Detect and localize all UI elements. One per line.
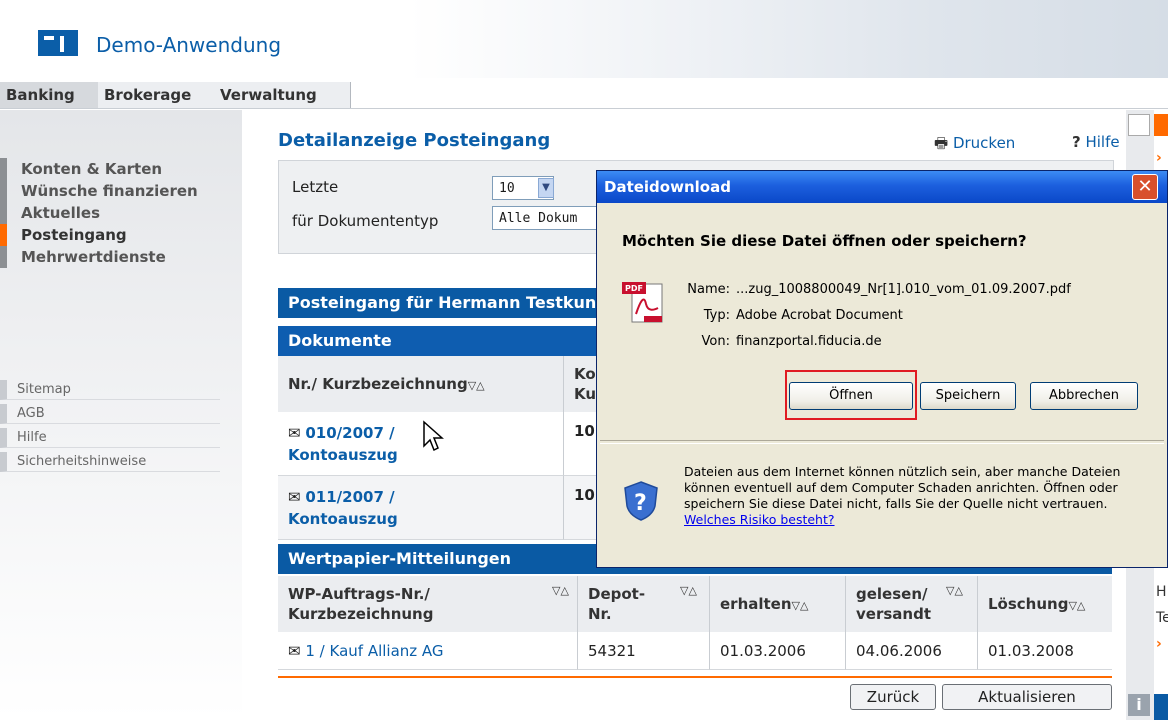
col-read-label: gelesen/ versandt (856, 585, 931, 623)
mouse-cursor-icon (423, 420, 444, 452)
tab-verwaltung[interactable]: Verwaltung (214, 82, 351, 108)
col-delete-label: Löschung (988, 595, 1069, 613)
sidebar-link-hilfe[interactable]: Hilfe (0, 428, 220, 448)
help-label: Hilfe (1085, 133, 1120, 151)
envelope-icon: ✉ (288, 642, 301, 660)
chevron-right-icon[interactable]: › (1156, 150, 1162, 166)
doc-number-link[interactable]: 011/2007 / (305, 488, 394, 506)
cancel-button[interactable]: Abbrechen (1030, 382, 1138, 410)
name-label: Name: (687, 282, 730, 297)
col-order-header[interactable]: WP-Auftrags-Nr./ Kurzbezeichnung (278, 576, 578, 632)
from-value: finanzportal.fiducia.de (736, 334, 882, 349)
refresh-button[interactable]: Aktualisieren (942, 684, 1112, 710)
bank-logo-icon (38, 30, 78, 56)
app-title: Demo-Anwendung (96, 33, 282, 57)
sidebar-item-posteingang[interactable]: Posteingang (0, 224, 242, 246)
doctype-select[interactable]: Alle Dokum (492, 206, 602, 230)
ad-blue-block (1154, 694, 1168, 720)
doc-desc-link[interactable]: Kontoauszug (288, 510, 398, 528)
sort-icon[interactable]: ▽△ (468, 379, 485, 392)
col-nr-label: Nr./ Kurzbezeichnung (288, 375, 468, 393)
highlight-box (785, 370, 917, 420)
sidebar-link-sitemap[interactable]: Sitemap (0, 380, 220, 400)
sort-icon[interactable]: ▽△ (552, 584, 569, 597)
risk-link[interactable]: Welches Risiko besteht? (684, 512, 835, 527)
sidebar-item-aktuelles[interactable]: Aktuelles (0, 202, 242, 224)
printer-icon: 🖶 (934, 134, 949, 152)
tab-brokerage[interactable]: Brokerage (98, 82, 215, 108)
from-label: Von: (701, 334, 730, 349)
sort-icon[interactable]: ▽△ (792, 599, 809, 612)
type-value: Adobe Acrobat Document (736, 308, 903, 323)
last-label: Letzte (292, 178, 339, 196)
print-link[interactable]: 🖶 Drucken (934, 133, 1015, 158)
col-delete-header[interactable]: Löschung▽△ (978, 576, 1112, 632)
warning-text: Dateien aus dem Internet können nützlich… (684, 464, 1121, 511)
envelope-icon: ✉ (288, 488, 301, 506)
dialog-title: Dateidownload (604, 178, 731, 196)
sidebar-link-sicherheitshinweise[interactable]: Sicherheitshinweise (0, 452, 220, 472)
doc-number-link[interactable]: 010/2007 / (305, 424, 394, 442)
col-received-label: erhalten (720, 595, 792, 613)
sidebar-item-wuensche[interactable]: Wünsche finanzieren (0, 180, 242, 202)
sort-icon[interactable]: ▽△ (1068, 599, 1085, 612)
svg-text:PDF: PDF (625, 284, 643, 293)
envelope-icon: ✉ (288, 424, 301, 442)
col-depot-label: Depot- Nr. (588, 585, 646, 623)
col-received-header[interactable]: erhalten▽△ (710, 576, 846, 632)
window-icon[interactable] (1128, 114, 1150, 136)
read-cell: 04.06.2006 (846, 632, 978, 670)
doc-desc-link[interactable]: Kontoauszug (288, 446, 398, 464)
help-icon: ? (1072, 133, 1081, 151)
ad-accent (1154, 114, 1168, 136)
help-link[interactable]: ? Hilfe (1072, 133, 1120, 151)
tab-banking[interactable]: Banking (0, 82, 99, 108)
svg-text:?: ? (634, 491, 647, 516)
sort-icon[interactable]: ▽△ (946, 584, 963, 597)
sort-icon[interactable]: ▽△ (680, 584, 697, 597)
type-label: Typ: (703, 308, 730, 323)
dialog-question: Möchten Sie diese Datei öffnen oder spei… (622, 232, 1027, 250)
sidebar-link-agb[interactable]: AGB (0, 404, 220, 424)
back-button[interactable]: Zurück (850, 684, 936, 710)
chevron-right-icon[interactable]: › (1156, 636, 1162, 652)
name-value: ...zug_1008800049_Nr[1].010_vom_01.09.20… (736, 282, 1071, 297)
divider (278, 676, 1112, 678)
depot-cell: 54321 (578, 632, 710, 670)
ad-text-h: H (1156, 584, 1167, 600)
col-nr-header[interactable]: Nr./ Kurzbezeichnung▽△ (278, 356, 564, 412)
order-link[interactable]: 1 / Kauf Allianz AG (305, 642, 443, 660)
received-cell: 01.03.2006 (710, 632, 846, 670)
col-order-label: WP-Auftrags-Nr./ Kurzbezeichnung (288, 585, 434, 623)
sidebar-item-konten[interactable]: Konten & Karten (0, 158, 242, 180)
save-button[interactable]: Speichern (920, 382, 1016, 410)
table-row: ✉ 010/2007 / Kontoauszug (278, 412, 564, 476)
sidebar-item-mehrwertdienste[interactable]: Mehrwertdienste (0, 246, 242, 268)
dialog-warning: Dateien aus dem Internet können nützlich… (684, 464, 1140, 528)
shield-question-icon: ? (624, 481, 658, 521)
pdf-file-icon: PDF (622, 282, 663, 323)
table-row: ✉ 011/2007 / Kontoauszug (278, 476, 564, 540)
print-label: Drucken (952, 134, 1016, 152)
doctype-label: für Dokumententyp (292, 212, 439, 230)
dialog-separator (600, 440, 1164, 444)
ad-text-te: Te (1156, 610, 1168, 626)
info-icon[interactable]: i (1128, 694, 1150, 716)
table-row: ✉ 1 / Kauf Allianz AG (278, 632, 578, 670)
delete-cell: 01.03.2008 (978, 632, 1112, 670)
close-icon[interactable]: ✕ (1132, 174, 1158, 200)
page-title: Detailanzeige Posteingang (278, 130, 551, 151)
chevron-down-icon[interactable]: ▼ (538, 178, 554, 198)
